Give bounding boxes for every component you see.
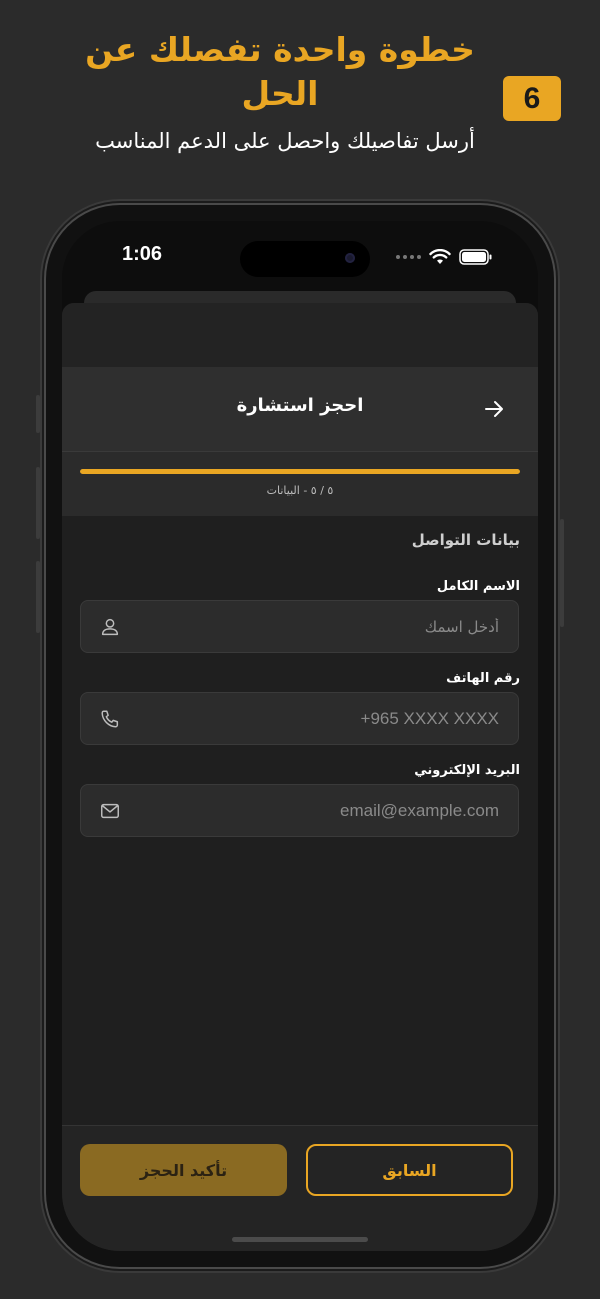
previous-button[interactable]: السابق <box>306 1144 513 1196</box>
progress-bar <box>80 469 520 474</box>
email-label: البريد الإلكتروني <box>414 763 520 778</box>
progress-label: ٥ / ٥ - البيانات <box>266 484 334 497</box>
status-icons <box>396 249 493 265</box>
signal-dots-icon <box>396 255 421 259</box>
page-title: احجز استشارة <box>236 395 364 416</box>
progress-section: ٥ / ٥ - البيانات <box>62 452 538 516</box>
camera-dot <box>345 253 355 263</box>
email-field <box>80 784 519 837</box>
user-icon <box>101 618 119 636</box>
phone-screen: 1:06 احجز استشارة ٥ / ٥ - البيانات بيانا… <box>62 221 538 1251</box>
power-button <box>560 519 564 627</box>
footer-bar: تأكيد الحجز السابق <box>62 1125 538 1251</box>
arrow-right-icon[interactable] <box>482 397 506 421</box>
progress-fill <box>80 469 520 474</box>
confirm-booking-button[interactable]: تأكيد الحجز <box>80 1144 287 1196</box>
promo-title: خطوة واحدة تفصلك عن الحل <box>85 30 475 113</box>
sheet-top-spacer <box>62 303 538 367</box>
phone-label: رقم الهاتف <box>446 671 520 686</box>
full-name-input[interactable] <box>133 601 499 652</box>
phone-icon <box>101 710 119 728</box>
section-title: بيانات التواصل <box>411 531 520 549</box>
phone-field <box>80 692 519 745</box>
step-badge: 6 <box>503 76 561 121</box>
volume-down-button <box>36 561 40 633</box>
battery-icon <box>459 249 492 265</box>
status-time: 1:06 <box>122 243 163 265</box>
home-indicator <box>232 1237 368 1242</box>
header-bar: احجز استشارة <box>62 367 538 452</box>
volume-up-button <box>36 467 40 539</box>
wifi-icon <box>429 249 451 264</box>
email-input[interactable] <box>133 785 499 836</box>
phone-frame: 1:06 احجز استشارة ٥ / ٥ - البيانات بيانا… <box>36 205 564 1267</box>
booking-sheet: احجز استشارة ٥ / ٥ - البيانات بيانات الت… <box>62 303 538 1251</box>
mail-icon <box>101 803 119 819</box>
promo-subtitle: أرسل تفاصيلك واحصل على الدعم المناسب <box>95 129 475 153</box>
action-button <box>36 395 40 433</box>
full-name-field <box>80 600 519 653</box>
full-name-label: الاسم الكامل <box>436 579 520 594</box>
phone-input[interactable] <box>133 693 499 744</box>
